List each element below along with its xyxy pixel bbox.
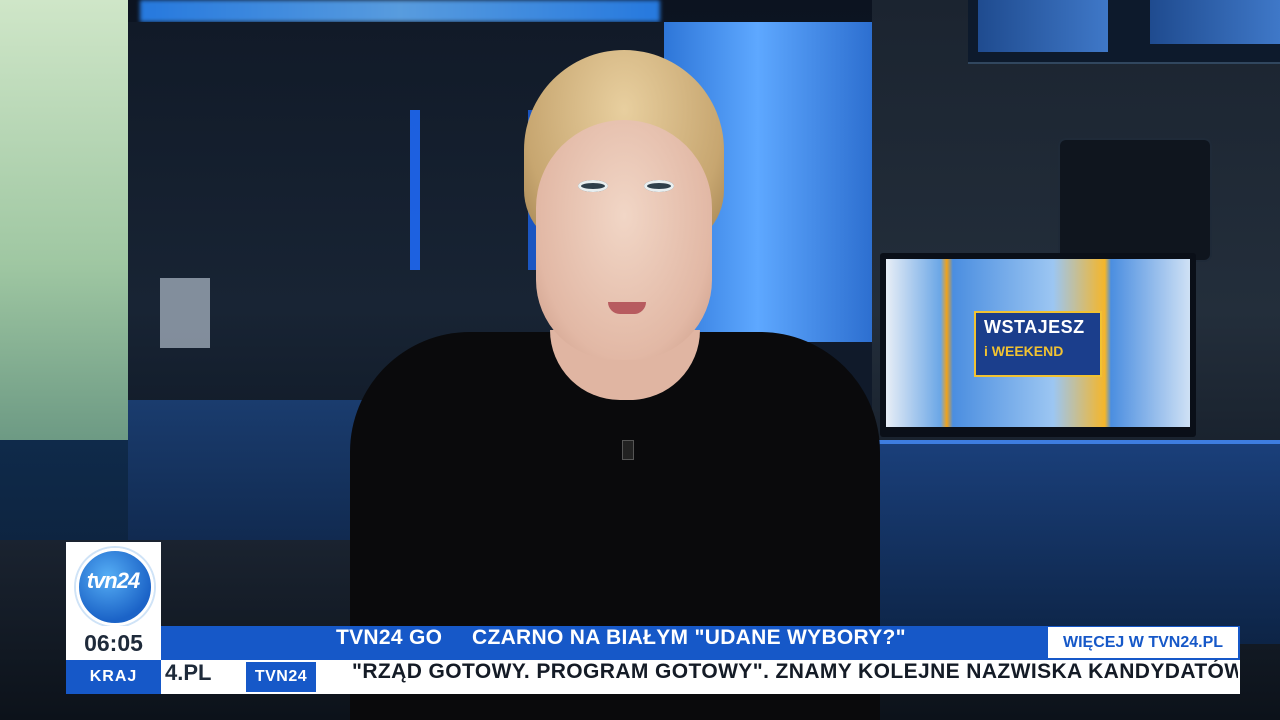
section-tag: KRAJ — [66, 660, 161, 694]
presenter-face — [536, 120, 712, 360]
background-monitor — [160, 278, 210, 348]
scrolling-url-fragment: 4.PL — [165, 660, 212, 685]
presenter-eye — [578, 180, 608, 192]
studio-camera — [1060, 140, 1210, 260]
lapel-mic — [622, 440, 634, 460]
promo-title-line2: i WEEKEND — [984, 343, 1064, 359]
studio-tv-monitor: WSTAJESZ i WEEKEND — [880, 253, 1196, 437]
more-info-link: WIĘCEJ W TVN24.PL — [1048, 627, 1238, 658]
ceiling-monitors — [968, 0, 1280, 64]
program-title: CZARNO NA BIAŁYM "UDANE WYBORY?" — [472, 626, 906, 649]
ticker-headline: "RZĄD GOTOWY. PROGRAM GOTOWY". ZNAMY KOL… — [352, 660, 1238, 683]
ceiling-light-strip — [140, 0, 660, 22]
program-promo-graphic: WSTAJESZ i WEEKEND — [974, 311, 1102, 377]
ceiling-monitor-screen — [1150, 0, 1280, 44]
news-presenter — [340, 50, 880, 720]
tv-screen: WSTAJESZ i WEEKEND — [886, 259, 1190, 427]
channel-logo-text: tvn24 — [86, 568, 140, 593]
channel-name: TVN24 GO — [336, 626, 443, 649]
presenter-eye — [644, 180, 674, 192]
broadcast-frame: WSTAJESZ i WEEKEND tvn24 06:05 TVN24 GO … — [0, 0, 1280, 720]
channel-logo-box: tvn24 — [66, 542, 161, 626]
ceiling-monitor-screen — [978, 0, 1108, 52]
presenter-mouth — [608, 302, 646, 314]
broadcast-clock: 06:05 — [66, 626, 161, 660]
studio-light-panel — [0, 0, 128, 440]
studio-desk-right — [840, 440, 1280, 644]
ticker-source-tag: TVN24 — [246, 662, 316, 692]
promo-title-line1: WSTAJESZ — [984, 317, 1085, 337]
